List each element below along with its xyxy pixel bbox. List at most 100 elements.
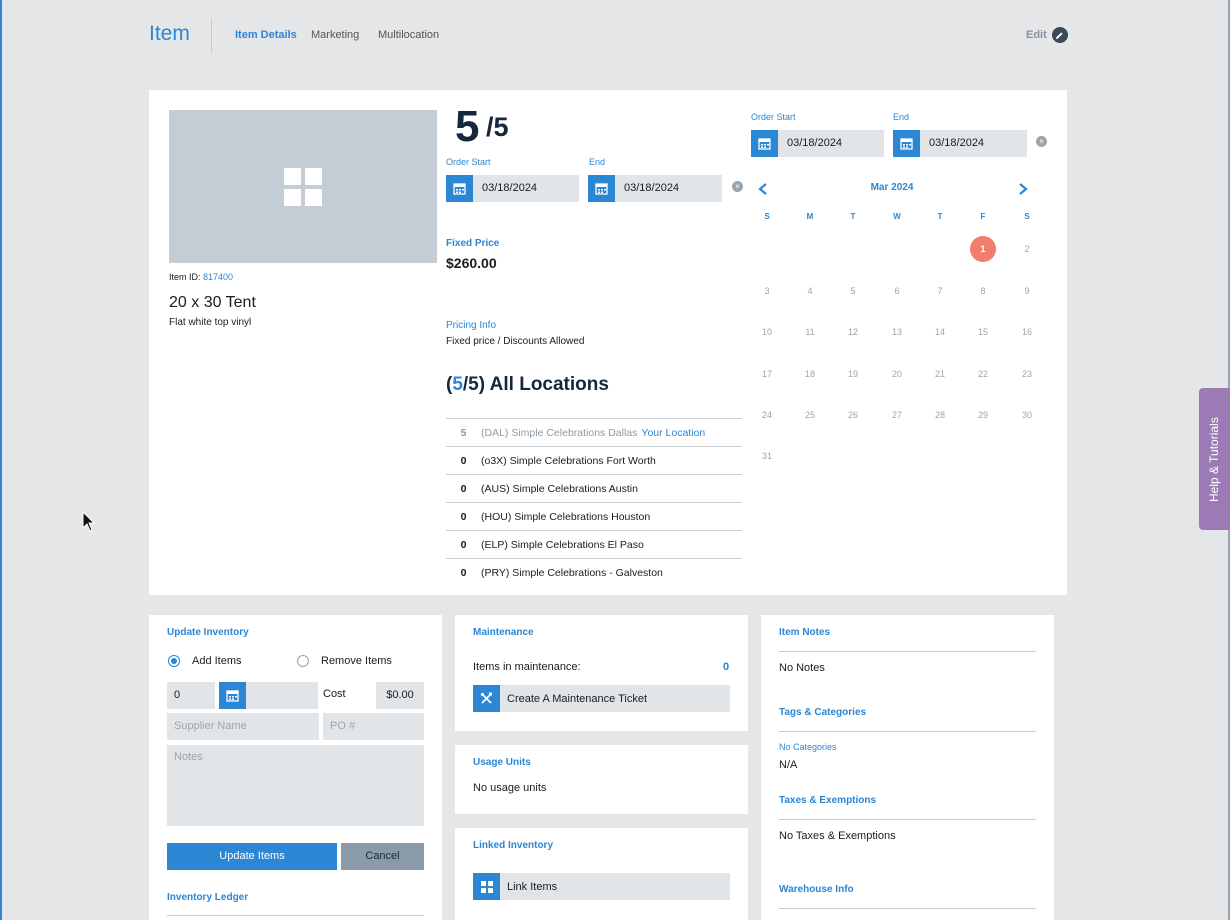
create-maintenance-ticket-label: Create A Maintenance Ticket — [507, 692, 648, 705]
calendar-icon[interactable] — [893, 130, 920, 157]
calendar-day[interactable]: 18 — [797, 361, 823, 387]
calendar-weekday: W — [893, 212, 901, 221]
location-count: 0 — [460, 538, 467, 551]
calendar-day[interactable]: 15 — [970, 319, 996, 345]
location-count: 0 — [460, 482, 467, 495]
calendar-day[interactable]: 13 — [884, 319, 910, 345]
heading-available-count: 5 — [452, 374, 463, 395]
calendar-icon[interactable] — [446, 175, 473, 202]
window-edge-left — [0, 0, 2, 920]
calendar-day[interactable]: 22 — [970, 361, 996, 387]
calendar-day[interactable]: 20 — [884, 361, 910, 387]
edit-button[interactable]: Edit — [1026, 27, 1068, 43]
chevron-left-icon[interactable] — [758, 182, 768, 200]
item-id-value[interactable]: 817400 — [203, 272, 233, 282]
radio-unselected-icon[interactable] — [297, 655, 309, 667]
calendar-month: Mar 2024 — [870, 182, 914, 193]
notes-textarea[interactable]: Notes — [167, 745, 424, 826]
add-items-label: Add Items — [192, 655, 242, 667]
taxes-exemptions-value: No Taxes & Exemptions — [779, 830, 896, 842]
calendar-weekday: S — [1024, 212, 1030, 221]
calendar-day[interactable]: 29 — [970, 402, 996, 428]
location-name: (o3X) Simple Celebrations Fort Worth — [481, 454, 656, 467]
calendar-day[interactable]: 25 — [797, 402, 823, 428]
help-tutorials-tab[interactable]: Help & Tutorials — [1199, 388, 1230, 530]
clear-dates-icon[interactable]: × — [1036, 136, 1047, 147]
location-name: (ELP) Simple Celebrations El Paso — [481, 538, 644, 551]
tab-marketing[interactable]: Marketing — [311, 29, 359, 41]
calendar-day[interactable]: 3 — [754, 278, 780, 304]
available-quantity: 5 — [455, 102, 480, 151]
po-number-input[interactable]: PO # — [323, 713, 424, 740]
calendar-day[interactable]: 4 — [797, 278, 823, 304]
calendar-day[interactable]: 11 — [797, 319, 823, 345]
calendar-icon[interactable] — [751, 130, 778, 157]
end-label: End — [589, 157, 606, 167]
calendar-day[interactable]: 19 — [840, 361, 866, 387]
calendar-day[interactable]: 27 — [884, 402, 910, 428]
calendar-icon[interactable] — [588, 175, 615, 202]
location-name: (PRY) Simple Celebrations - Galveston — [481, 566, 663, 579]
calendar-day[interactable]: 16 — [1014, 319, 1040, 345]
calendar-end-field[interactable]: 03/18/2024 — [893, 130, 1027, 157]
inventory-date-value[interactable] — [246, 682, 318, 709]
chevron-right-icon[interactable] — [1018, 182, 1028, 200]
tab-item-details[interactable]: Item Details — [235, 29, 297, 41]
calendar-end-value[interactable]: 03/18/2024 — [920, 130, 1027, 157]
calendar-order-start-label: Order Start — [751, 112, 796, 122]
calendar-day[interactable]: 30 — [1014, 402, 1040, 428]
mouse-cursor-icon — [82, 510, 96, 538]
calendar-day[interactable]: 6 — [884, 278, 910, 304]
item-id: Item ID: 817400 — [169, 272, 233, 282]
end-date-field[interactable]: 03/18/2024 — [588, 175, 722, 202]
all-locations-heading: (5/5) All Locations — [446, 374, 609, 396]
cancel-button[interactable]: Cancel — [341, 843, 424, 870]
quantity-input[interactable]: 0 — [167, 682, 215, 709]
order-start-date-field[interactable]: 03/18/2024 — [446, 175, 579, 202]
calendar-day[interactable]: 2 — [1014, 236, 1040, 262]
calendar-day[interactable]: 23 — [1014, 361, 1040, 387]
link-items-button[interactable]: Link Items — [473, 873, 730, 900]
calendar-day[interactable]: 12 — [840, 319, 866, 345]
usage-units-panel — [455, 745, 748, 814]
grid-icon — [284, 167, 322, 206]
calendar-day[interactable]: 17 — [754, 361, 780, 387]
calendar-day[interactable]: 10 — [754, 319, 780, 345]
pricing-info-label: Pricing Info — [446, 320, 497, 331]
calendar-day-selected[interactable]: 1 — [970, 236, 996, 262]
calendar-day[interactable]: 7 — [927, 278, 953, 304]
calendar-day[interactable]: 26 — [840, 402, 866, 428]
add-items-radio[interactable]: Add Items — [168, 655, 242, 667]
tab-multilocation[interactable]: Multilocation — [378, 29, 439, 41]
calendar-day[interactable]: 5 — [840, 278, 866, 304]
location-count: 0 — [460, 454, 467, 467]
location-row: 0 (AUS) Simple Celebrations Austin — [446, 474, 742, 502]
update-items-button[interactable]: Update Items — [167, 843, 337, 870]
calendar-day[interactable]: 24 — [754, 402, 780, 428]
end-date-value[interactable]: 03/18/2024 — [615, 175, 722, 202]
order-start-date-value[interactable]: 03/18/2024 — [473, 175, 579, 202]
calendar-day[interactable]: 28 — [927, 402, 953, 428]
total-quantity: /5 — [486, 112, 509, 142]
usage-units-value: No usage units — [473, 782, 547, 794]
calendar-day[interactable]: 9 — [1014, 278, 1040, 304]
remove-items-radio[interactable]: Remove Items — [297, 655, 392, 667]
help-tutorials-label: Help & Tutorials — [1207, 417, 1221, 502]
create-maintenance-ticket-button[interactable]: Create A Maintenance Ticket — [473, 685, 730, 712]
calendar-order-start-value[interactable]: 03/18/2024 — [778, 130, 884, 157]
calendar-day[interactable]: 21 — [927, 361, 953, 387]
divider — [779, 908, 1036, 909]
calendar-icon[interactable] — [219, 682, 246, 709]
calendar-day[interactable]: 14 — [927, 319, 953, 345]
clear-dates-icon[interactable]: × — [732, 181, 743, 192]
calendar-day[interactable]: 8 — [970, 278, 996, 304]
location-name: (DAL) Simple Celebrations Dallas — [481, 426, 638, 439]
supplier-name-input[interactable]: Supplier Name — [167, 713, 319, 740]
radio-selected-icon[interactable] — [168, 655, 180, 667]
cost-input[interactable]: $0.00 — [376, 682, 424, 709]
fixed-price-value: $260.00 — [446, 255, 497, 271]
calendar-order-start-field[interactable]: 03/18/2024 — [751, 130, 884, 157]
calendar-day[interactable]: 31 — [754, 443, 780, 469]
divider — [779, 731, 1036, 732]
inventory-date-field[interactable] — [219, 682, 318, 709]
